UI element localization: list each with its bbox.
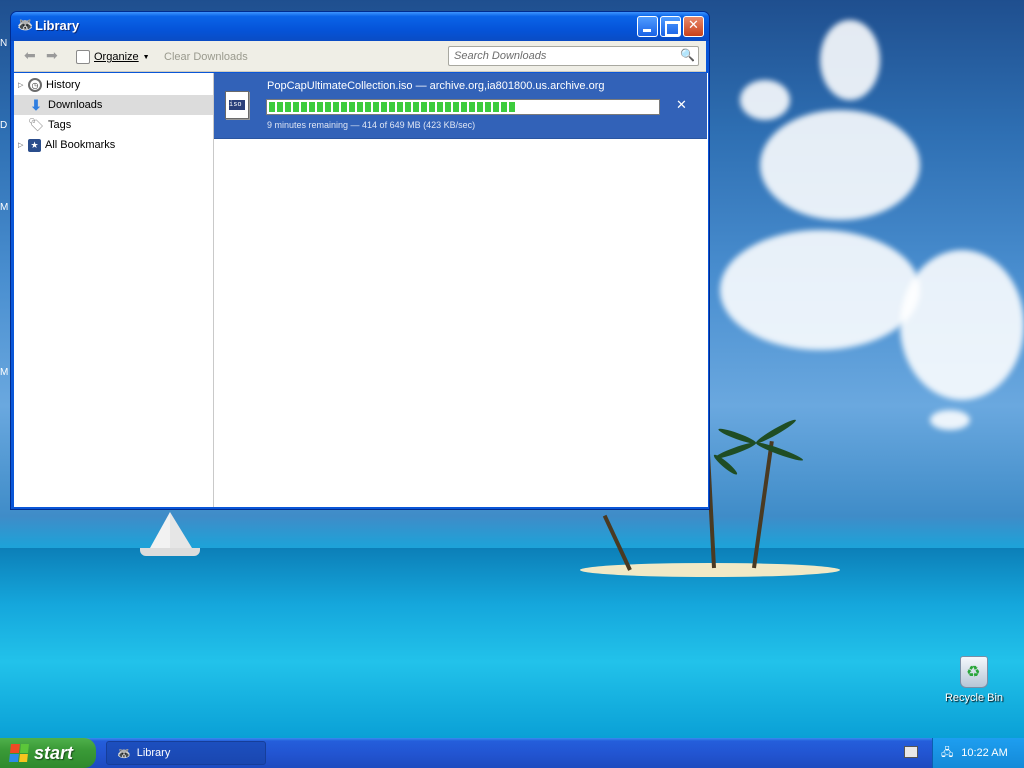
download-progress-fill	[269, 102, 517, 112]
window-title: Library	[35, 18, 80, 33]
firefox-raccoon-icon: 🦝	[17, 18, 34, 33]
cloud	[900, 250, 1024, 400]
download-arrow-icon: ⬇	[30, 96, 42, 113]
sidebar-item-label: Downloads	[48, 99, 103, 111]
cloud	[740, 80, 790, 120]
close-button[interactable]: ✕	[683, 16, 704, 37]
palm-frond	[754, 440, 805, 463]
iso-file-icon	[225, 91, 249, 119]
downloads-list: PopCapUltimateCollection.iso — archive.o…	[214, 73, 708, 507]
start-label: start	[34, 742, 74, 763]
network-icon[interactable]: 🖧	[941, 744, 953, 763]
firefox-raccoon-icon: 🦝	[117, 747, 131, 760]
taskbar-library-button[interactable]: 🦝 Library	[106, 741, 266, 765]
recycle-bin-desktop-icon[interactable]: Recycle Bin	[942, 656, 1006, 704]
boat-hull	[140, 548, 200, 556]
desktop-icon-label-fragment: M	[0, 202, 9, 213]
bookmarks-star-icon: ★	[28, 138, 41, 152]
download-item[interactable]: PopCapUltimateCollection.iso — archive.o…	[214, 73, 707, 139]
download-filename: PopCapUltimateCollection.iso — archive.o…	[267, 80, 605, 92]
search-icon[interactable]: 🔍	[680, 48, 695, 62]
minimize-button[interactable]	[637, 16, 658, 37]
start-button[interactable]: start	[0, 738, 96, 768]
organize-icon	[76, 50, 90, 64]
windows-logo-icon	[9, 744, 29, 762]
search-box: 🔍	[448, 46, 699, 66]
library-content: ▷ ◷ History ⬇ Downloads 🏷 Tags ▷ ★ All B…	[14, 73, 708, 507]
caret-down-icon: ▼	[142, 53, 150, 61]
boat-sail	[150, 512, 170, 548]
sidebar-item-downloads[interactable]: ⬇ Downloads	[14, 95, 213, 115]
organize-label: Organize	[94, 51, 139, 63]
window-titlebar[interactable]: 🦝 Library ✕	[11, 12, 709, 41]
desktop-icon-label-fragment: D	[0, 120, 8, 131]
expand-twisty-icon[interactable]: ▷	[18, 81, 28, 89]
cancel-download-icon[interactable]: ✕	[676, 98, 687, 113]
library-toolbar: ⬅ ➡ Organize ▼ Clear Downloads 🔍	[14, 41, 706, 72]
recycle-bin-label: Recycle Bin	[944, 692, 1004, 704]
library-window: 🦝 Library ✕ ⬅ ➡ Organize ▼ Clear Downloa…	[10, 11, 710, 510]
sea	[0, 548, 1024, 738]
sidebar-item-all-bookmarks[interactable]: ▷ ★ All Bookmarks	[14, 135, 213, 155]
sidebar-item-tags[interactable]: 🏷 Tags	[14, 115, 213, 135]
clock: 10:22 AM	[961, 747, 1008, 759]
search-downloads-input[interactable]	[449, 47, 669, 65]
island	[580, 563, 840, 577]
keyboard-icon[interactable]	[904, 746, 918, 758]
desktop-icon-label-fragment: N	[0, 38, 8, 49]
recycle-bin-icon	[960, 656, 988, 688]
taskbar: start 🦝 Library 🖧 10:22 AM	[0, 738, 1024, 768]
cloud	[760, 110, 920, 220]
maximize-button[interactable]	[660, 16, 681, 37]
sidebar-item-label: History	[46, 79, 81, 91]
download-status: 9 minutes remaining — 414 of 649 MB (423…	[267, 120, 476, 130]
tag-icon: 🏷	[27, 117, 45, 132]
desktop-icon-label-fragment: M	[0, 367, 9, 378]
sidebar-item-label: Tags	[48, 119, 72, 131]
back-arrow-icon[interactable]: ⬅	[24, 49, 40, 63]
clock-icon: ◷	[28, 78, 42, 92]
cloud	[930, 410, 970, 430]
cloud	[720, 230, 920, 350]
forward-arrow-icon[interactable]: ➡	[46, 49, 62, 63]
cloud	[820, 20, 880, 100]
sidebar-item-history[interactable]: ▷ ◷ History	[14, 75, 213, 95]
clear-downloads-button[interactable]: Clear Downloads	[164, 51, 248, 63]
palm-frond	[754, 417, 798, 446]
system-tray: 🖧 10:22 AM	[932, 738, 1024, 768]
organize-menu-button[interactable]: Organize ▼	[76, 49, 150, 65]
taskbar-button-label: Library	[136, 747, 171, 759]
library-sidebar: ▷ ◷ History ⬇ Downloads 🏷 Tags ▷ ★ All B…	[14, 73, 214, 507]
boat-sail	[170, 512, 192, 548]
expand-twisty-icon[interactable]: ▷	[18, 141, 28, 149]
download-progress-bar	[266, 99, 660, 115]
sidebar-item-label: All Bookmarks	[45, 139, 116, 151]
palm-frond	[717, 426, 758, 446]
